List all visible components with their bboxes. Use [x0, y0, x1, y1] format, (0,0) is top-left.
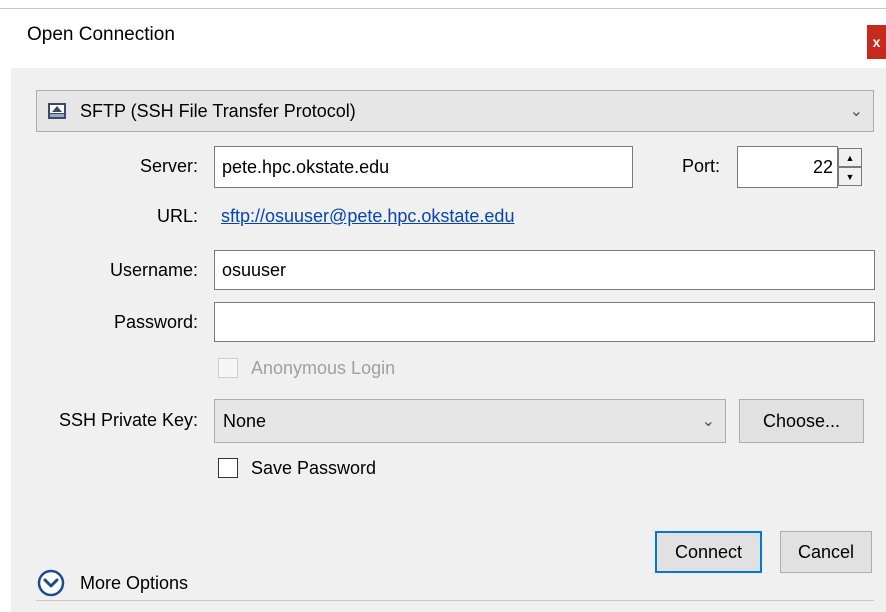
window-title: Open Connection — [27, 24, 175, 45]
cancel-button[interactable]: Cancel — [780, 531, 872, 573]
username-input[interactable]: osuuser — [214, 250, 875, 290]
username-label: Username: — [109, 260, 198, 280]
decrement-icon[interactable]: ▼ — [838, 167, 862, 186]
anonymous-login-checkbox[interactable] — [218, 358, 238, 378]
increment-icon[interactable]: ▲ — [838, 148, 862, 167]
url-label: URL: — [156, 206, 198, 226]
chevron-down-circle-icon — [36, 568, 66, 598]
protocol-select-value: SFTP (SSH File Transfer Protocol) — [80, 100, 356, 121]
close-button[interactable]: x — [867, 25, 886, 59]
choose-key-button[interactable]: Choose... — [739, 399, 864, 443]
url-link[interactable]: sftp://osuuser@pete.hpc.okstate.edu — [221, 206, 514, 227]
password-input[interactable] — [214, 302, 875, 342]
save-password-label: Save Password — [251, 458, 377, 478]
port-label: Port: — [681, 156, 720, 176]
window-top-border — [0, 8, 886, 9]
port-stepper[interactable]: ▲ ▼ — [838, 148, 862, 186]
anonymous-login-label: Anonymous Login — [251, 358, 396, 378]
chevron-down-icon: ⌄ — [849, 103, 863, 120]
protocol-select[interactable]: SFTP (SSH File Transfer Protocol) ⌄ — [36, 90, 874, 132]
bottom-divider — [36, 600, 874, 601]
port-input[interactable]: 22 — [737, 146, 838, 188]
drive-icon — [47, 102, 67, 120]
server-input[interactable]: pete.hpc.okstate.edu — [214, 146, 633, 188]
save-password-checkbox[interactable] — [218, 458, 238, 478]
server-label: Server: — [139, 156, 198, 176]
chevron-down-icon: ⌄ — [701, 413, 715, 430]
more-options-toggle[interactable]: More Options — [36, 565, 188, 601]
ssh-key-label: SSH Private Key: — [58, 410, 198, 430]
password-label: Password: — [113, 312, 198, 332]
connect-button[interactable]: Connect — [655, 531, 762, 573]
port-value: 22 — [812, 156, 833, 177]
ssh-key-select-value: None — [223, 410, 267, 431]
more-options-label: More Options — [80, 572, 189, 593]
ssh-key-select[interactable]: None ⌄ — [214, 399, 726, 443]
